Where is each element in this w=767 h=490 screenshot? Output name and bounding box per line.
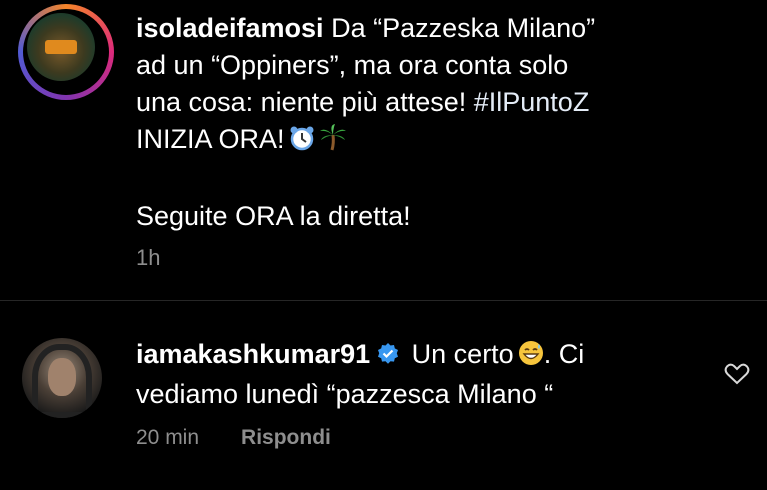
like-heart-icon[interactable] bbox=[724, 362, 750, 391]
caption-line-3: una cosa: niente più attese! bbox=[136, 87, 474, 117]
post-username[interactable]: isoladeifamosi bbox=[136, 13, 324, 43]
post-caption-block: isoladeifamosi Da “Pazzeska Milano” ad u… bbox=[0, 0, 767, 300]
caption-line-5: Seguite ORA la diretta! bbox=[136, 201, 411, 231]
alarm-clock-icon bbox=[289, 124, 315, 161]
verified-badge-icon bbox=[376, 339, 400, 376]
comment-username[interactable]: iamakashkumar91 bbox=[136, 339, 370, 369]
reply-button[interactable]: Rispondi bbox=[241, 426, 331, 449]
comment-text-line-2: vediamo lunedì “pazzesca Milano “ bbox=[136, 379, 554, 409]
caption-line-1: Da “Pazzeska Milano” bbox=[323, 13, 596, 43]
comment-text-part-2: . Ci bbox=[543, 339, 585, 369]
comment-timestamp: 20 min bbox=[136, 426, 200, 449]
grinning-sweat-emoji-icon bbox=[518, 339, 544, 376]
comment-body: iamakashkumar91 Un certo . Ci vediamo lune… bbox=[136, 336, 716, 413]
post-timestamp: 1h bbox=[136, 245, 161, 270]
post-caption: isoladeifamosi Da “Pazzeska Milano” ad u… bbox=[136, 10, 736, 235]
comment-meta: 20 min Rispondi bbox=[136, 426, 331, 450]
palm-tree-icon bbox=[319, 123, 347, 161]
hashtag-link[interactable]: #IlPuntoZ bbox=[474, 87, 590, 117]
caption-line-2: ad un “Oppiners”, ma ora conta solo bbox=[136, 50, 569, 80]
caption-line-4: INIZIA ORA! bbox=[136, 124, 285, 154]
commenter-avatar[interactable] bbox=[22, 338, 102, 418]
divider bbox=[0, 300, 767, 301]
comment-text-part-1: Un certo bbox=[404, 339, 514, 369]
post-author-avatar[interactable] bbox=[18, 4, 114, 100]
isola-logo-icon bbox=[27, 13, 95, 81]
